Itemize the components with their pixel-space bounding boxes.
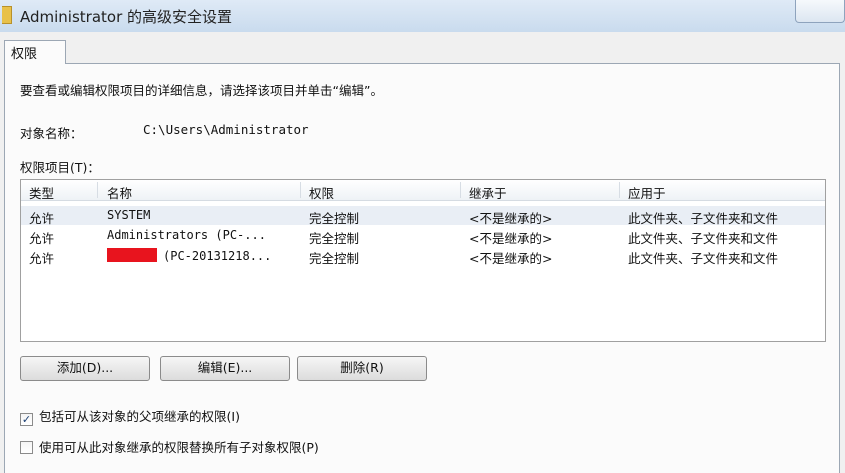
replace-child-permissions-label[interactable]: 使用可从此对象继承的权限替换所有子对象权限(P) bbox=[39, 440, 319, 455]
row-inherited-from: <不是继承的> bbox=[469, 231, 553, 246]
table-row[interactable]: 允许 (PC-20131218... 完全控制 <不是继承的> 此文件夹、子文件… bbox=[21, 246, 825, 266]
row-type: 允许 bbox=[29, 251, 55, 266]
edit-button[interactable]: 编辑(E)... bbox=[160, 356, 290, 381]
add-button[interactable]: 添加(D)... bbox=[20, 356, 150, 381]
row-applies-to: 此文件夹、子文件夹和文件 bbox=[628, 211, 779, 226]
column-divider[interactable] bbox=[460, 182, 461, 198]
remove-button[interactable]: 删除(R) bbox=[297, 356, 427, 381]
row-type: 允许 bbox=[29, 231, 55, 246]
row-inherited-from: <不是继承的> bbox=[469, 251, 553, 266]
replace-child-permissions-checkbox[interactable] bbox=[20, 441, 33, 454]
column-header-permission[interactable]: 权限 bbox=[309, 183, 334, 202]
column-divider[interactable] bbox=[619, 182, 620, 198]
column-header-name[interactable]: 名称 bbox=[107, 183, 132, 202]
row-inherited-from: <不是继承的> bbox=[469, 211, 553, 226]
row-permission: 完全控制 bbox=[309, 231, 360, 246]
include-inheritable-checkbox[interactable]: ✓ bbox=[20, 413, 33, 426]
include-inheritable-label[interactable]: 包括可从该对象的父项继承的权限(I) bbox=[39, 409, 240, 424]
column-divider[interactable] bbox=[300, 182, 301, 198]
column-header-type[interactable]: 类型 bbox=[29, 183, 54, 202]
column-header-inherited-from[interactable]: 继承于 bbox=[469, 183, 507, 202]
column-header-applies-to[interactable]: 应用于 bbox=[628, 183, 666, 202]
include-inheritable-row[interactable]: ✓ 包括可从该对象的父项继承的权限(I) bbox=[20, 406, 240, 426]
row-name: (PC-20131218... bbox=[163, 249, 272, 263]
folder-icon bbox=[2, 6, 12, 24]
row-applies-to: 此文件夹、子文件夹和文件 bbox=[628, 231, 779, 246]
close-button[interactable] bbox=[795, 0, 845, 23]
row-name-cell: (PC-20131218... bbox=[107, 248, 271, 263]
instruction-text: 要查看或编辑权限项目的详细信息，请选择该项目并单击“编辑”。 bbox=[20, 83, 383, 98]
permission-entries-label: 权限项目(T)： bbox=[20, 160, 100, 175]
table-row[interactable]: 允许 Administrators (PC-... 完全控制 <不是继承的> 此… bbox=[21, 226, 825, 246]
row-applies-to: 此文件夹、子文件夹和文件 bbox=[628, 251, 779, 266]
table-row[interactable]: 允许 SYSTEM 完全控制 <不是继承的> 此文件夹、子文件夹和文件 bbox=[21, 206, 825, 226]
tab-permissions[interactable]: 权限 bbox=[4, 40, 66, 64]
list-header: 类型 名称 权限 继承于 应用于 bbox=[21, 180, 825, 201]
column-divider[interactable] bbox=[97, 182, 98, 198]
row-name: Administrators (PC-... bbox=[107, 228, 266, 242]
row-type: 允许 bbox=[29, 211, 55, 226]
object-name-label: 对象名称： bbox=[20, 126, 83, 141]
title-bar: Administrator 的高级安全设置 bbox=[0, 0, 845, 32]
object-name-value: C:\Users\Administrator bbox=[143, 122, 309, 137]
row-permission: 完全控制 bbox=[309, 251, 360, 266]
window-title: Administrator 的高级安全设置 bbox=[20, 8, 233, 26]
permission-entries-list[interactable]: 类型 名称 权限 继承于 应用于 允许 SYSTEM 完全控制 <不是继承的> … bbox=[20, 179, 826, 342]
replace-child-permissions-row[interactable]: 使用可从此对象继承的权限替换所有子对象权限(P) bbox=[20, 437, 319, 456]
row-name: SYSTEM bbox=[107, 208, 151, 222]
redacted-user-name bbox=[107, 248, 157, 262]
row-permission: 完全控制 bbox=[309, 211, 360, 226]
